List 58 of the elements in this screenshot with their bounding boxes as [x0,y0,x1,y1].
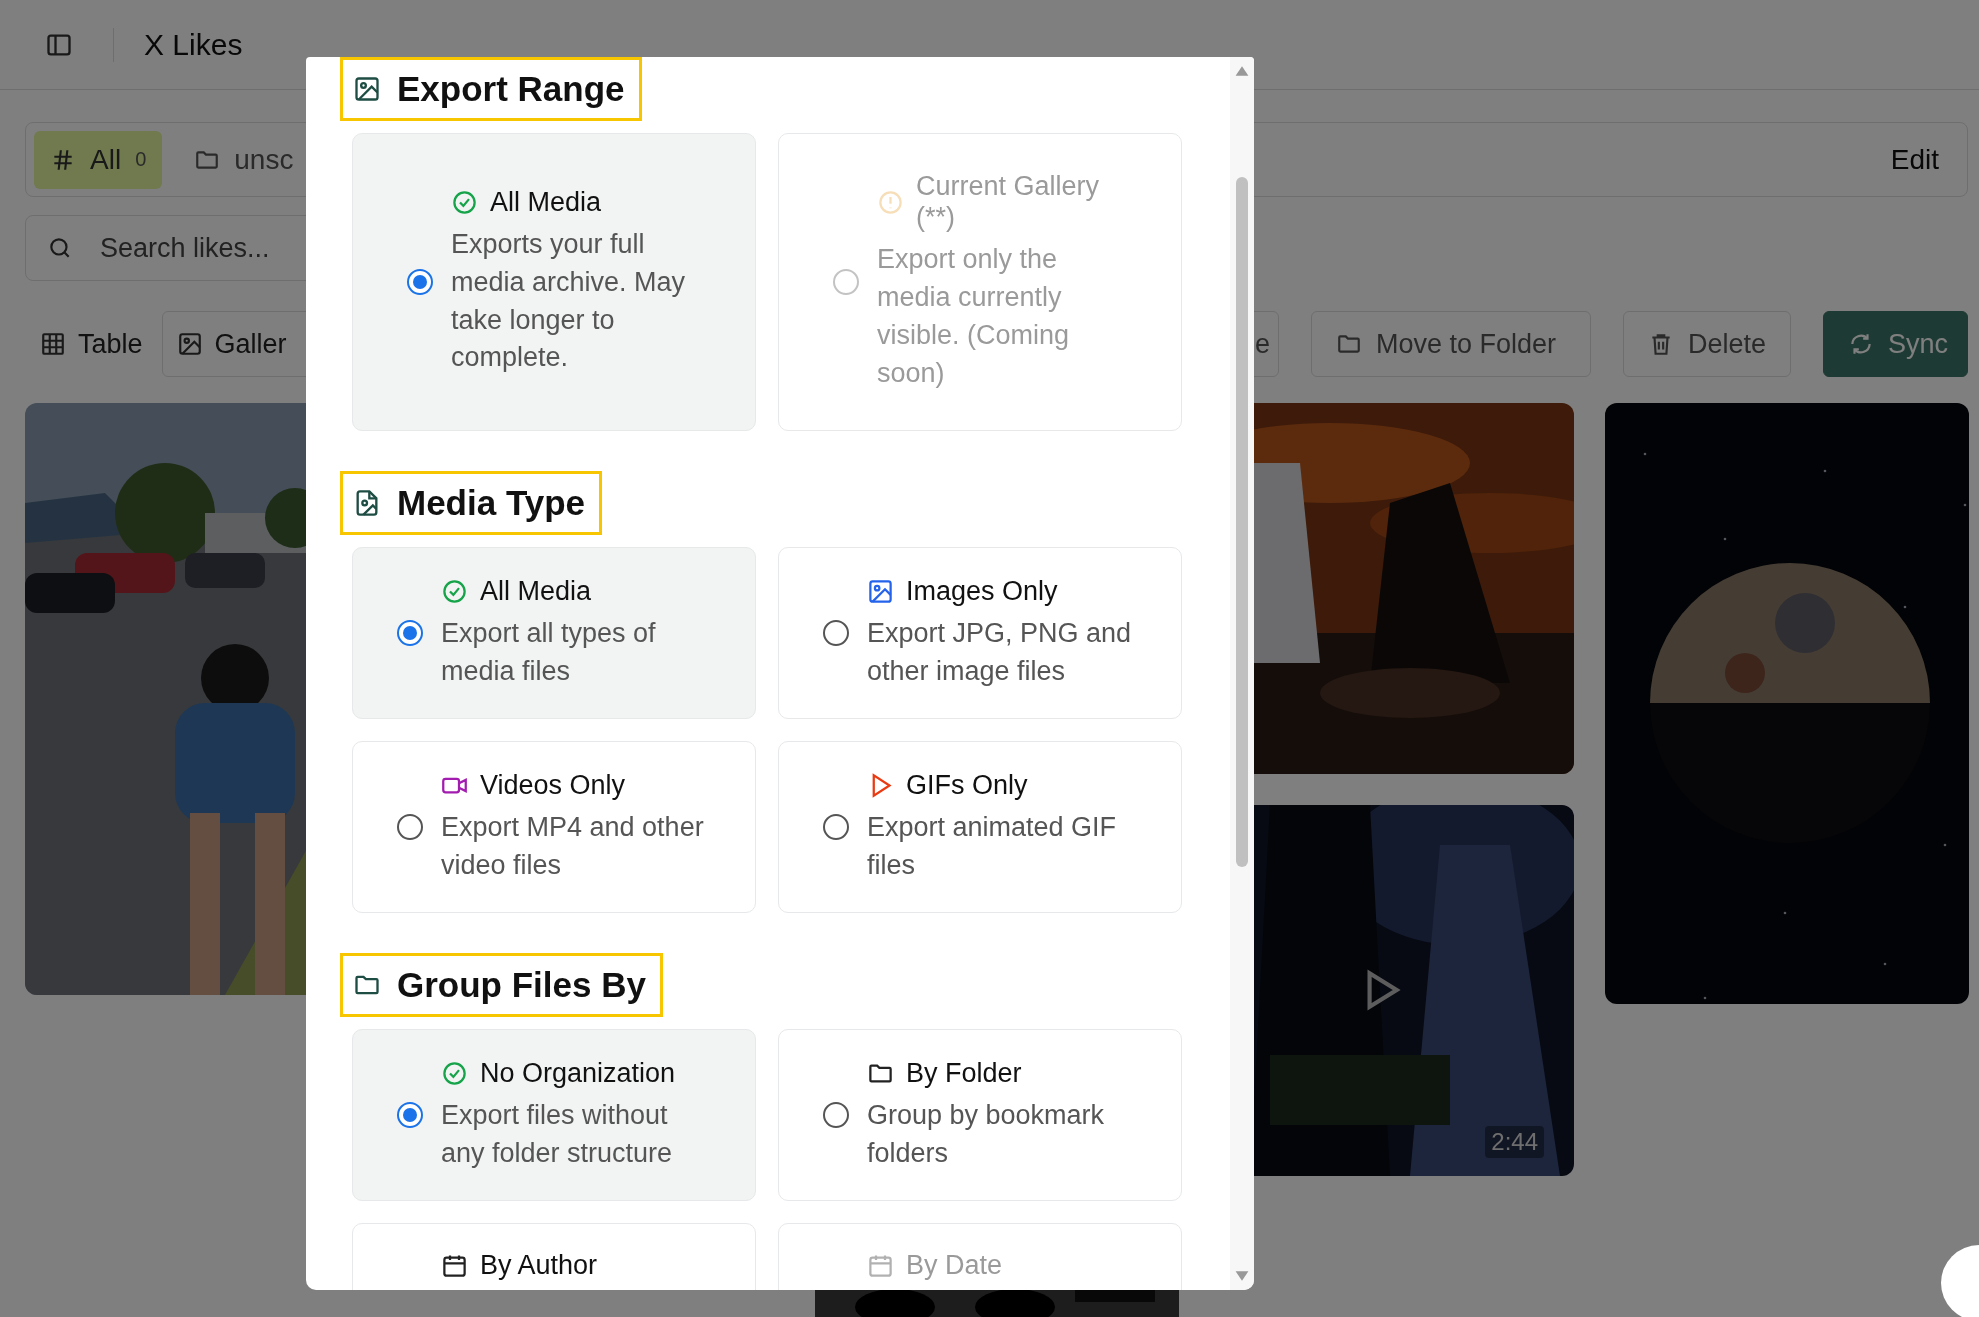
radio-button[interactable] [397,620,423,646]
option-card[interactable]: All Media Export all types of media files [352,547,756,719]
option-title: By Date [906,1250,1003,1281]
scrollbar[interactable] [1230,57,1254,1290]
option-card[interactable]: By Author [352,1223,756,1290]
delete-button[interactable]: Delete [1623,311,1791,377]
check-circle-icon [441,1059,468,1087]
option-description: Export all types of media files [441,616,657,688]
option-card[interactable]: GIFs Only Export animated GIF files [778,741,1182,913]
calendar-icon [441,1252,468,1279]
option-card[interactable]: No Organization Export files without any folder structure [352,1029,756,1201]
option-description: Export MP4 and other video files [441,810,705,882]
section-heading: Export Range [340,57,642,121]
option-card[interactable]: By Folder Group by bookmark folders [778,1029,1182,1201]
move-to-folder-button[interactable]: Move to Folder [1311,311,1591,377]
option-description: Exports your full media archive. May take longer to complete. [451,227,687,375]
option-card[interactable]: Videos Only Export MP4 and other video files [352,741,756,913]
option-description: Export only the media currently visible. (Coming soon) [877,243,1071,390]
edit-button[interactable]: Edit [1870,143,1959,176]
item-count: 0 [135,148,147,171]
calendar-icon [867,1252,894,1279]
view-tab[interactable]: Table [25,311,158,377]
option-title: All Media [490,186,602,218]
option-title: Images Only [906,575,1058,607]
page-title: X Likes [144,27,243,62]
option-title: By Folder [906,1057,1022,1089]
option-title: GIFs Only [906,769,1028,801]
radio-button[interactable] [823,620,849,646]
option-title: Current Gallery (**) [916,171,1101,234]
option-title: By Author [480,1250,598,1281]
check-circle-icon [451,188,478,216]
image-icon [176,331,203,357]
radio-button[interactable] [823,1102,849,1128]
option-description: Group by bookmark folders [867,1098,1106,1170]
refresh-icon [1848,331,1874,357]
check-circle-icon [441,577,468,605]
radio-button[interactable] [823,814,849,840]
option-title: All Media [480,575,592,607]
radio-button[interactable] [397,814,423,840]
option-description: Export files without any folder structure [441,1098,674,1170]
folder-filter-chip[interactable]: unsc [178,130,310,189]
section-heading: Media Type [340,471,602,535]
alert-circle-icon [877,188,904,216]
grid-icon [40,331,66,357]
option-description: Export animated GIF files [867,810,1118,882]
option-description: Export JPG, PNG and other image files [867,616,1133,688]
image-icon [867,577,894,605]
option-title: Videos Only [480,769,626,801]
all-filter-chip[interactable]: All 0 [34,130,163,189]
option-card[interactable]: Images Only Export JPG, PNG and other image files [778,547,1182,719]
option-card[interactable]: All Media Exports your full media archive. May take longer to complete. [352,133,756,431]
image-icon [353,75,381,103]
sync-button[interactable]: Sync [1823,311,1968,377]
option-title: No Organization [480,1057,676,1089]
radio-button[interactable] [397,1102,423,1128]
radio-button[interactable] [407,269,433,295]
scroll-thumb[interactable] [1236,177,1248,867]
section-heading: Group Files By [340,953,663,1017]
